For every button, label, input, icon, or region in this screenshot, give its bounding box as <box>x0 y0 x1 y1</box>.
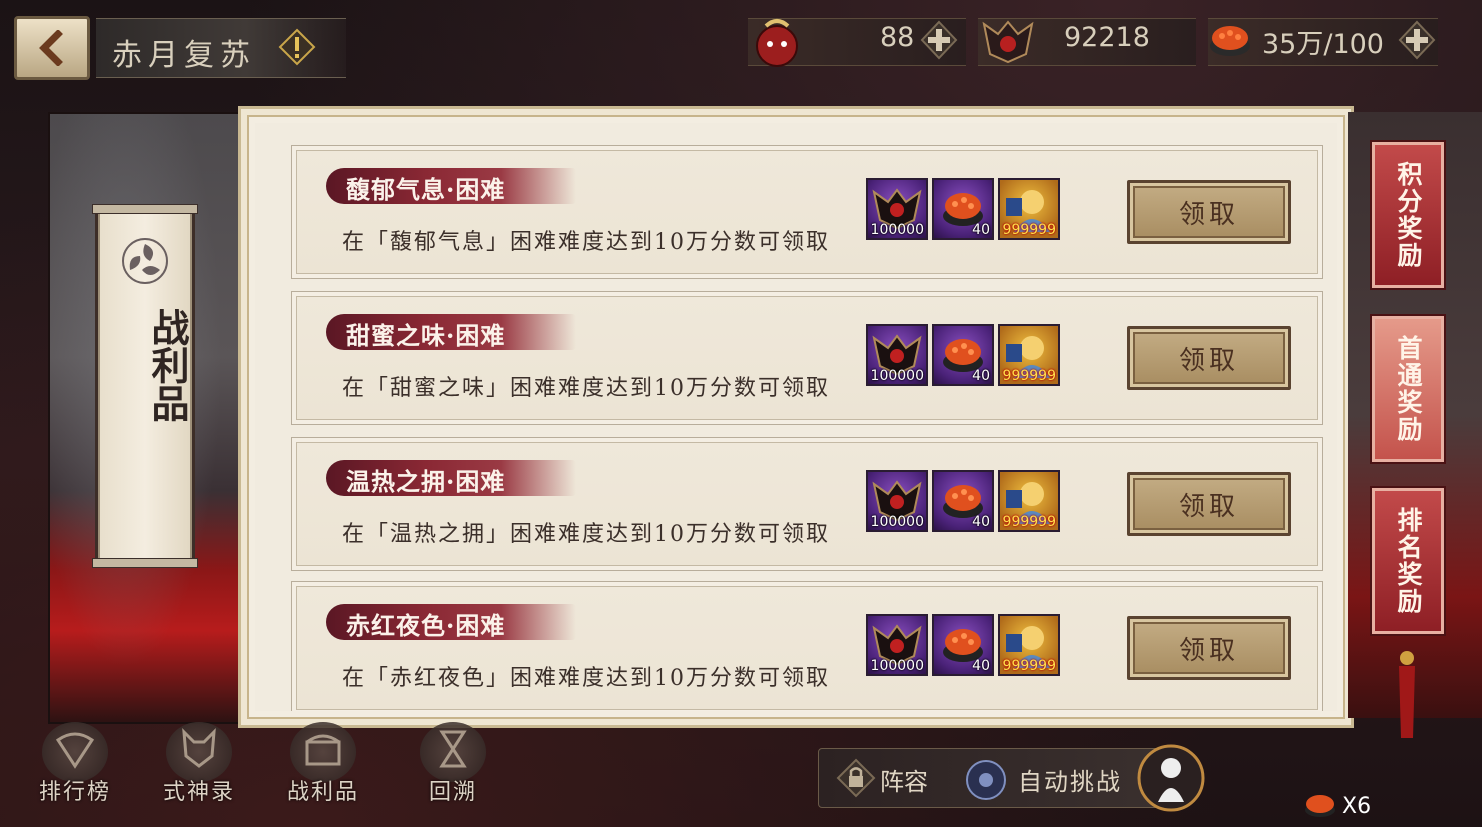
reward-item[interactable]: 100000 <box>866 614 928 676</box>
nav-retrospect[interactable]: 回溯 <box>398 722 508 822</box>
lock-icon <box>836 758 876 798</box>
rewards-list[interactable]: 馥郁气息·困难 在「馥郁气息」困难难度达到10万分数可领取 100000 40 … <box>255 123 1337 711</box>
task-description: 在「赤红夜色」困难难度达到10万分数可领取 <box>342 666 830 691</box>
task-title: 甜蜜之味·困难 <box>346 321 506 350</box>
nav-shikigami-record[interactable]: 式神录 <box>144 722 254 822</box>
fan-icon <box>55 732 95 769</box>
reward-item[interactable]: 40 <box>932 614 994 676</box>
reward-item[interactable]: 100000 <box>866 178 928 240</box>
task-title: 温热之拥·困难 <box>346 467 506 496</box>
reward-item[interactable]: 100000 <box>866 470 928 532</box>
reward-count: 999999 <box>1002 658 1056 674</box>
add-sushi-button[interactable] <box>1398 20 1436 60</box>
lineup-button[interactable]: 阵容 <box>880 762 928 797</box>
reward-count: 40 <box>972 222 990 238</box>
claim-button-label: 领取 <box>1178 491 1239 522</box>
task-title: 赤红夜色·困难 <box>346 611 506 640</box>
claim-button[interactable]: 领取 <box>1127 180 1291 244</box>
resource-value-2: 92218 <box>1064 22 1150 53</box>
task-title: 馥郁气息·困难 <box>346 175 506 204</box>
chest-icon <box>305 734 341 766</box>
tab-label: 积分奖励 <box>1394 161 1423 269</box>
reward-item[interactable]: 999999 <box>998 614 1060 676</box>
loot-tag-label: 战利品 <box>145 308 190 422</box>
reward-task: 馥郁气息·困难 在「馥郁气息」困难难度达到10万分数可领取 100000 40 … <box>291 145 1323 279</box>
reward-item[interactable]: 999999 <box>998 324 1060 386</box>
add-red-mask-button[interactable] <box>920 20 958 60</box>
reward-item[interactable]: 40 <box>932 324 994 386</box>
fox-mask-icon <box>182 728 216 768</box>
reward-task: 甜蜜之味·困难 在「甜蜜之味」困难难度达到10万分数可领取 100000 40 … <box>291 291 1323 425</box>
reward-count: 100000 <box>870 368 924 384</box>
reward-item[interactable]: 40 <box>932 470 994 532</box>
nav-label: 战利品 <box>286 780 359 805</box>
reward-count: 999999 <box>1002 222 1056 238</box>
tab-ranking-reward[interactable]: 排名奖励 <box>1372 488 1444 634</box>
nav-label: 回溯 <box>428 780 477 805</box>
reward-count: 100000 <box>870 514 924 530</box>
reward-count: 999999 <box>1002 368 1056 384</box>
loot-tag: 战利品 <box>92 204 198 568</box>
start-challenge-button[interactable] <box>1136 740 1206 816</box>
reward-item[interactable]: 999999 <box>998 470 1060 532</box>
claim-button-label: 领取 <box>1178 635 1239 666</box>
sushi-icon <box>1210 26 1250 56</box>
reward-count: 40 <box>972 658 990 674</box>
reward-count: 100000 <box>870 658 924 674</box>
tab-label: 首通奖励 <box>1394 335 1423 443</box>
claim-button[interactable]: 领取 <box>1127 326 1291 390</box>
auto-challenge-label[interactable]: 自动挑战 <box>1018 762 1122 797</box>
tab-first-clear-reward[interactable]: 首通奖励 <box>1372 316 1444 462</box>
reward-task: 赤红夜色·困难 在「赤红夜色」困难难度达到10万分数可领取 100000 40 … <box>291 581 1323 711</box>
resource-value-1: 88 <box>880 22 915 53</box>
page-title: 赤月复苏 <box>112 38 256 73</box>
claim-button-label: 领取 <box>1178 199 1239 230</box>
reward-count: 40 <box>972 514 990 530</box>
nav-loot[interactable]: 战利品 <box>268 722 378 822</box>
info-warning-icon[interactable] <box>278 28 316 66</box>
hourglass-icon <box>439 730 467 768</box>
claim-button[interactable]: 领取 <box>1127 472 1291 536</box>
sushi-multiplier: X6 <box>1342 794 1372 819</box>
reward-item[interactable]: 999999 <box>998 178 1060 240</box>
claim-button[interactable]: 领取 <box>1127 616 1291 680</box>
nav-label: 排行榜 <box>38 780 111 805</box>
reward-count: 100000 <box>870 222 924 238</box>
sushi-icon <box>1305 795 1335 817</box>
tab-label: 排名奖励 <box>1394 507 1423 615</box>
reward-count: 40 <box>972 368 990 384</box>
red-mask-icon <box>756 19 798 67</box>
reward-item[interactable]: 100000 <box>866 324 928 386</box>
resource-value-3: 35万/100 <box>1262 29 1384 60</box>
back-button[interactable] <box>14 16 90 80</box>
claim-button-label: 领取 <box>1178 345 1239 376</box>
task-description: 在「温热之拥」困难难度达到10万分数可领取 <box>342 522 830 547</box>
nav-leaderboard[interactable]: 排行榜 <box>20 722 130 822</box>
rewards-panel: 馥郁气息·困难 在「馥郁气息」困难难度达到10万分数可领取 100000 40 … <box>238 106 1354 728</box>
reward-count: 999999 <box>1002 514 1056 530</box>
demon-mask-icon <box>982 20 1034 64</box>
tassel-ornament <box>1399 651 1415 738</box>
reward-task: 温热之拥·困难 在「温热之拥」困难难度达到10万分数可领取 100000 40 … <box>291 437 1323 571</box>
back-arrow-icon <box>39 30 63 66</box>
auto-challenge-toggle-icon[interactable] <box>964 758 1008 802</box>
tab-points-reward[interactable]: 积分奖励 <box>1372 142 1444 288</box>
task-description: 在「甜蜜之味」困难难度达到10万分数可领取 <box>342 376 830 401</box>
nav-label: 式神录 <box>162 780 235 805</box>
task-description: 在「馥郁气息」困难难度达到10万分数可领取 <box>342 230 830 255</box>
tomoe-emblem-icon <box>122 238 168 284</box>
reward-item[interactable]: 40 <box>932 178 994 240</box>
